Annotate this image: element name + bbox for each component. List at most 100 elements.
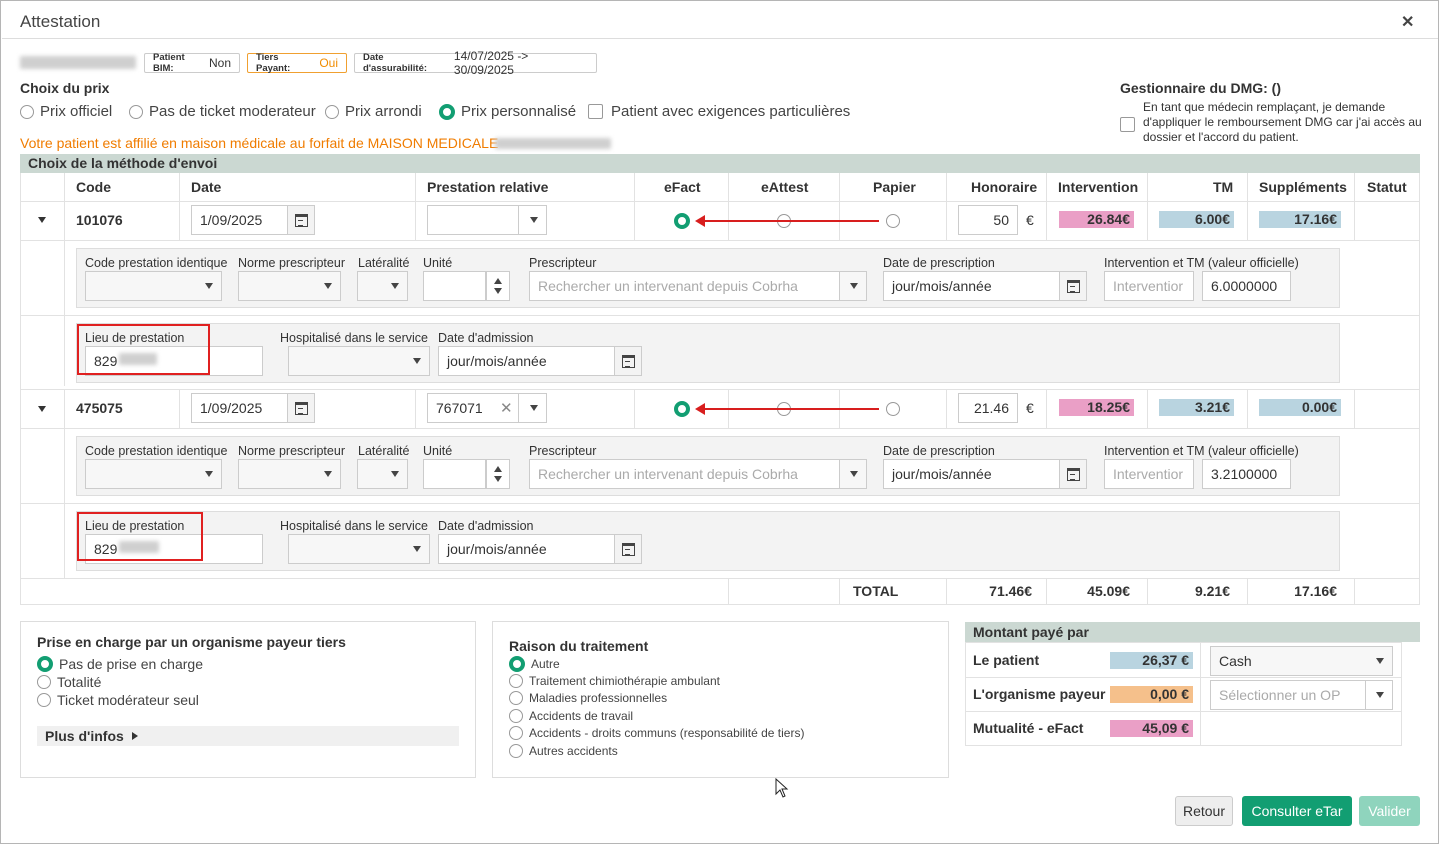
payer-option-total[interactable]: Totalité (37, 674, 101, 690)
reason-option-label: Traitement chimiothérapie ambulant (529, 674, 720, 688)
row1-norme-select[interactable] (238, 271, 341, 301)
method-section-title: Choix de la méthode d'envoi (20, 154, 1420, 173)
row1-honoraire-input[interactable]: 50 (958, 205, 1018, 235)
back-button[interactable]: Retour (1175, 796, 1233, 826)
reason-option-label: Accidents de travail (529, 709, 634, 723)
price-option-official[interactable]: Prix officiel (20, 103, 112, 120)
assurability-chip: Date d'assurabilité: 14/07/2025 -> 30/09/… (354, 49, 597, 77)
payer-option-tm[interactable]: Ticket modérateur seul (37, 692, 199, 708)
chevron-down-icon (324, 283, 332, 289)
paid-op-select[interactable]: Sélectionner un OP (1210, 680, 1366, 710)
row2-papier-radio[interactable] (886, 402, 900, 416)
radio-icon (20, 104, 34, 119)
total-supplements: 17.16€ (1294, 583, 1337, 599)
row1-interv-official-input[interactable]: Interventior (1104, 271, 1194, 301)
validate-button[interactable]: Valider (1359, 796, 1420, 826)
close-icon[interactable]: ✕ (1401, 12, 1414, 32)
row2-tm: 3.21€ (1159, 399, 1234, 416)
reason-option-work-accident[interactable]: Accidents de travail (509, 709, 633, 723)
row1-hosp-select[interactable] (288, 346, 430, 376)
row2-unite-stepper[interactable] (486, 459, 510, 489)
col-sep (64, 173, 65, 240)
payer-option-none[interactable]: Pas de prise en charge (37, 656, 203, 672)
row2-tm-official-input[interactable]: 3.2100000 (1202, 459, 1291, 489)
row1-supplements: 17.16€ (1259, 211, 1341, 228)
row1-lieu-panel (76, 323, 1340, 383)
arrowhead-icon (695, 215, 705, 227)
reason-option-other-accidents[interactable]: Autres accidents (509, 744, 618, 758)
row1-unite-stepper[interactable] (486, 271, 510, 301)
row2-date-presc-input[interactable]: jour/mois/année (883, 459, 1060, 489)
price-option-no-tm[interactable]: Pas de ticket moderateur (129, 103, 316, 120)
row2-unite-input[interactable] (423, 459, 486, 489)
row2-lateralite-select[interactable] (357, 459, 408, 489)
row1-relative-dropdown[interactable] (518, 205, 547, 235)
row1-expand-icon[interactable] (38, 217, 46, 223)
row1-efact-radio[interactable] (674, 213, 690, 229)
reason-option-autre[interactable]: Autre (509, 656, 560, 672)
reason-title: Raison du traitement (509, 638, 649, 654)
clear-icon[interactable]: ✕ (500, 399, 513, 417)
row1-unite-input[interactable] (423, 271, 486, 301)
col-sep (1247, 173, 1248, 240)
row1-admission-calendar[interactable] (614, 346, 642, 376)
checkbox-icon (588, 104, 603, 119)
more-info-toggle[interactable]: Plus d'infos (37, 726, 459, 746)
radio-icon (509, 726, 523, 740)
row2-hosp-select[interactable] (288, 534, 430, 564)
row2-presc-calendar[interactable] (1059, 459, 1087, 489)
row2-admission-input[interactable]: jour/mois/année (438, 534, 615, 564)
price-option-custom[interactable]: Prix personnalisé (439, 103, 576, 120)
reason-option-common-law[interactable]: Accidents - droits communs (responsabili… (509, 726, 804, 740)
row2-admission-calendar[interactable] (614, 534, 642, 564)
reason-option-professional[interactable]: Maladies professionnelles (509, 691, 667, 705)
row2-efact-radio[interactable] (674, 401, 690, 417)
highlight-box (77, 512, 203, 561)
row2-calendar-icon[interactable] (287, 393, 315, 423)
row2-prescripteur-input[interactable]: Rechercher un intervenant depuis Cobrha (529, 459, 840, 489)
special-requirements-checkbox[interactable]: Patient avec exigences particulières (588, 103, 850, 120)
row2-norme-select[interactable] (238, 459, 341, 489)
col-sep (1247, 578, 1248, 605)
row-sep (965, 711, 1402, 712)
row2-expand-icon[interactable] (38, 406, 46, 412)
norme-label: Norme prescripteur (238, 256, 345, 270)
row1-date-presc-input[interactable]: jour/mois/année (883, 271, 1060, 301)
row1-presc-calendar[interactable] (1059, 271, 1087, 301)
row1-prescripteur-dropdown[interactable] (839, 271, 867, 301)
dmg-text: En tant que médecin remplaçant, je deman… (1143, 100, 1422, 144)
row1-date-input[interactable]: 1/09/2025 (191, 205, 288, 235)
col-prestation-relative: Prestation relative (427, 179, 549, 195)
chevron-down-icon (324, 471, 332, 477)
row1-relative-select[interactable] (427, 205, 519, 235)
row1-admission-input[interactable]: jour/mois/année (438, 346, 615, 376)
reason-option-chemo[interactable]: Traitement chimiothérapie ambulant (509, 674, 720, 688)
row2-honoraire-input[interactable]: 21.46 (958, 393, 1018, 423)
title-divider (2, 38, 1438, 39)
annotation-arrow (701, 408, 879, 410)
paid-patient-method-select[interactable]: Cash (1210, 646, 1393, 676)
row2-prescripteur-dropdown[interactable] (839, 459, 867, 489)
chevron-down-icon (850, 471, 858, 477)
paid-op-dropdown[interactable] (1365, 680, 1393, 710)
bim-value: Non (208, 56, 231, 70)
consult-etar-button[interactable]: Consulter eTar (1242, 796, 1352, 826)
payer-option-label: Pas de prise en charge (59, 656, 203, 672)
price-option-rounded[interactable]: Prix arrondi (325, 103, 422, 120)
mouse-cursor-icon (775, 778, 789, 798)
row2-code-ident-select[interactable] (85, 459, 222, 489)
row1-calendar-icon[interactable] (287, 205, 315, 235)
dmg-checkbox[interactable] (1120, 117, 1135, 132)
row2-interv-official-input[interactable]: Interventior (1104, 459, 1194, 489)
row1-code-ident-select[interactable] (85, 271, 222, 301)
paid-op-amount: 0,00 € (1110, 686, 1193, 703)
row1-papier-radio[interactable] (886, 214, 900, 228)
row2-date-input[interactable]: 1/09/2025 (191, 393, 288, 423)
row1-tm-official-input[interactable]: 6.0000000 (1202, 271, 1291, 301)
col-eattest: eAttest (761, 179, 809, 195)
row1-prescripteur-input[interactable]: Rechercher un intervenant depuis Cobrha (529, 271, 840, 301)
row1-lateralite-select[interactable] (357, 271, 408, 301)
date-label: Date d'assurabilité: (363, 52, 428, 74)
row2-relative-dropdown[interactable] (518, 393, 547, 423)
dmg-title: Gestionnaire du DMG: () (1120, 80, 1281, 96)
